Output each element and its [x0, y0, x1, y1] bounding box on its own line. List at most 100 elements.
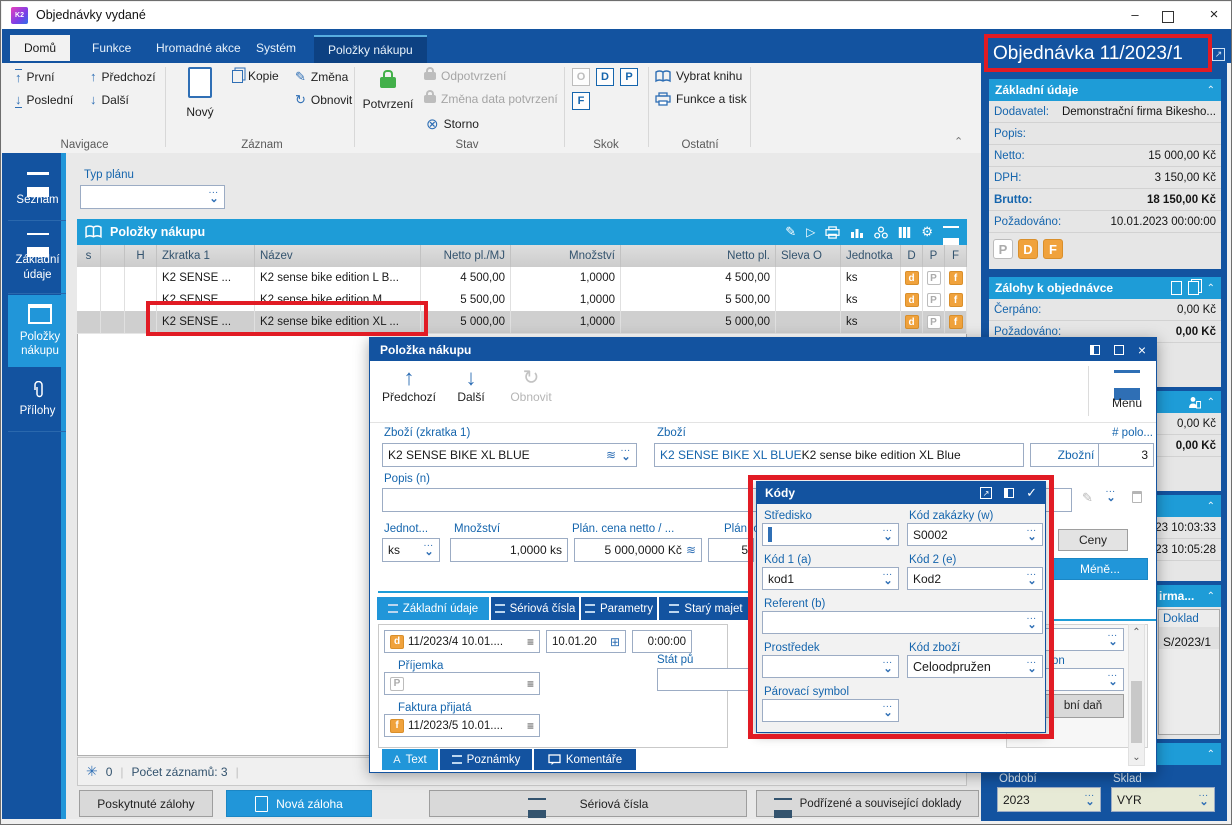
scroll-down-icon[interactable]: ⌄ — [1129, 752, 1144, 763]
dropdown-check-icon[interactable] — [1106, 490, 1116, 502]
grid-menu-icon[interactable] — [943, 226, 959, 238]
grid-chart-icon[interactable] — [850, 226, 864, 239]
column-header-zkratka[interactable]: Zkratka 1 — [157, 245, 255, 267]
confirm-button[interactable]: Potvrzení — [362, 69, 414, 111]
cell-jednotka[interactable]: ks — [841, 267, 901, 289]
dropdown-icon[interactable] — [1027, 529, 1037, 541]
column-header-mnozstvi[interactable]: Množství — [511, 245, 621, 267]
right-col-dropdown-2[interactable] — [1042, 668, 1124, 691]
next-button[interactable]: ↓ Další — [90, 92, 129, 107]
dialog-scrollbar[interactable]: ⌃ ⌄ — [1128, 624, 1145, 766]
zbozi-input[interactable]: K2 SENSE BIKE XL BLUE K2 sense bike edit… — [654, 443, 1024, 467]
prostredek-dropdown[interactable] — [762, 655, 899, 678]
cell-netto-mj[interactable]: 5 000,00 — [421, 311, 511, 333]
polozka-count-input[interactable]: 3 — [1098, 443, 1154, 467]
plan-ce-input[interactable]: 5 — [708, 538, 754, 562]
faktura-field[interactable]: f 11/2023/5 10.01.... ≡ — [384, 714, 540, 737]
tab-hromadne-akce[interactable]: Hromadné akce — [142, 35, 255, 61]
new-button[interactable]: Nový — [178, 67, 222, 119]
column-header-d[interactable]: D — [901, 245, 923, 267]
grid-settings-icon[interactable]: ⚙ — [921, 224, 933, 240]
grid-print-icon[interactable] — [825, 225, 840, 239]
cell-netto[interactable]: 4 500,00 — [621, 267, 776, 289]
dialog-titlebar[interactable]: Položka nákupu × — [370, 338, 1156, 361]
section-header-zakladni-udaje[interactable]: Základní údaje ⌃ — [989, 79, 1221, 101]
column-header-jednotka[interactable]: Jednotka — [841, 245, 901, 267]
doklad-listbox[interactable]: Doklad S/2023/1 — [1158, 609, 1220, 735]
documents-icon[interactable] — [1187, 281, 1199, 295]
storno-button[interactable]: ⊗ Storno — [426, 115, 479, 133]
tab-domu[interactable]: Domů — [10, 35, 71, 61]
mene-button[interactable]: Méně... — [1052, 558, 1148, 580]
column-header-h[interactable]: H — [125, 245, 157, 267]
tab-parametry[interactable]: Parametry — [581, 597, 657, 620]
time-field[interactable]: 0:00:00 — [632, 630, 692, 653]
ribbon-collapse-chevron[interactable]: ⌃ — [954, 135, 963, 148]
dropdown-icon[interactable] — [1027, 617, 1037, 629]
kody-titlebar[interactable]: Kódy ↗ ✓ — [757, 482, 1045, 504]
cell-nazev[interactable]: K2 sense bike edition L B... — [255, 267, 421, 289]
minimize-button[interactable]: – — [1120, 7, 1150, 22]
last-button[interactable]: ↓ Poslední — [15, 92, 73, 108]
grid-run-icon[interactable]: ▷ — [806, 225, 815, 239]
cell-zkratka[interactable]: K2 SENSE ... — [157, 289, 255, 311]
close-button[interactable]: × — [1199, 6, 1229, 23]
cell-mnozstvi[interactable]: 1,0000 — [511, 311, 621, 333]
column-header-netto-mj[interactable]: Netto pl./MJ — [421, 245, 511, 267]
tab-polozky-nakupu[interactable]: Položky nákupu — [314, 35, 427, 63]
podrizene-doklady-button[interactable]: Podřízené a související doklady — [756, 790, 979, 817]
cell-sleva[interactable] — [776, 311, 841, 333]
zbozi-zkratka-input[interactable]: K2 SENSE BIKE XL BLUE ≋ — [382, 443, 637, 467]
status-d-badge[interactable]: D — [1018, 239, 1038, 259]
status-p-badge[interactable]: P — [993, 239, 1013, 259]
tab-stary-majetek[interactable]: Starý majet — [659, 597, 753, 620]
dialog-next-button[interactable]: ↓ Další — [446, 366, 496, 405]
dialog-close-icon[interactable]: × — [1138, 343, 1146, 357]
dropdown-icon[interactable] — [883, 661, 893, 673]
collapse-icon[interactable]: ⌃ — [1207, 591, 1215, 602]
dialog-menu-button[interactable]: Menu — [1102, 370, 1152, 410]
sidebar-item-polozky-nakupu[interactable]: Položky nákupu — [8, 295, 72, 367]
dropdown-icon[interactable] — [1108, 674, 1118, 686]
cell-netto-mj[interactable]: 5 500,00 — [421, 289, 511, 311]
cell-mnozstvi[interactable]: 1,0000 — [511, 267, 621, 289]
cell-zkratka[interactable]: K2 SENSE ... — [157, 311, 255, 333]
dropdown-icon[interactable] — [1085, 794, 1095, 806]
typ-planu-dropdown[interactable] — [80, 185, 225, 209]
jump-p-button[interactable]: P — [620, 68, 638, 86]
spotrebni-dan-button[interactable]: bní daň — [1042, 694, 1124, 718]
detach-icon[interactable]: ↗ — [1212, 48, 1225, 61]
kody-dock-icon[interactable] — [1004, 488, 1015, 498]
edit-pencil-icon[interactable]: ✎ — [1082, 490, 1093, 506]
dodaci-list-field[interactable]: d 11/2023/4 10.01.... ≡ — [384, 630, 540, 653]
dropdown-icon[interactable] — [883, 573, 893, 585]
status-f-badge[interactable]: F — [1043, 239, 1063, 259]
unconfirm-button[interactable]: Odpotvrzení — [424, 67, 506, 83]
grid-edit-icon[interactable]: ✎ — [785, 224, 796, 240]
dropdown-icon[interactable] — [209, 191, 219, 203]
column-header-blank[interactable] — [101, 245, 125, 267]
sidebar-item-prilohy[interactable]: Přílohy — [8, 368, 67, 432]
column-header-p[interactable]: P — [923, 245, 945, 267]
cell-netto-mj[interactable]: 4 500,00 — [421, 267, 511, 289]
doklad-value[interactable]: S/2023/1 — [1159, 627, 1219, 649]
coins-icon[interactable]: ≋ — [606, 448, 616, 462]
first-button[interactable]: ↑ První — [15, 69, 55, 85]
tab-poznamky[interactable]: Poznámky — [440, 749, 532, 770]
poskytnute-zalohy-button[interactable]: Poskytnuté zálohy — [79, 790, 213, 817]
collapse-icon[interactable]: ⌃ — [1207, 749, 1215, 760]
dropdown-icon[interactable] — [883, 705, 893, 717]
related-docs-icon[interactable]: ≡ — [527, 719, 534, 733]
grid-columns-icon[interactable] — [898, 226, 911, 239]
dropdown-icon[interactable] — [1199, 794, 1209, 806]
seriova-cisla-button[interactable]: Sériová čísla — [429, 790, 747, 817]
kod-zakazky-dropdown[interactable]: S0002 — [907, 523, 1043, 546]
table-row[interactable]: K2 SENSE ... K2 sense bike edition L B..… — [77, 267, 967, 290]
cell-netto[interactable]: 5 500,00 — [621, 289, 776, 311]
section-header-zalohy[interactable]: Zálohy k objednávce ⌃ — [989, 277, 1221, 299]
jump-o-button[interactable]: O — [572, 68, 590, 86]
stredisko-dropdown[interactable] — [762, 523, 899, 546]
grid-cluster-icon[interactable] — [874, 225, 889, 239]
right-col-dropdown-1[interactable] — [1042, 628, 1124, 651]
trash-icon[interactable] — [1132, 491, 1142, 503]
